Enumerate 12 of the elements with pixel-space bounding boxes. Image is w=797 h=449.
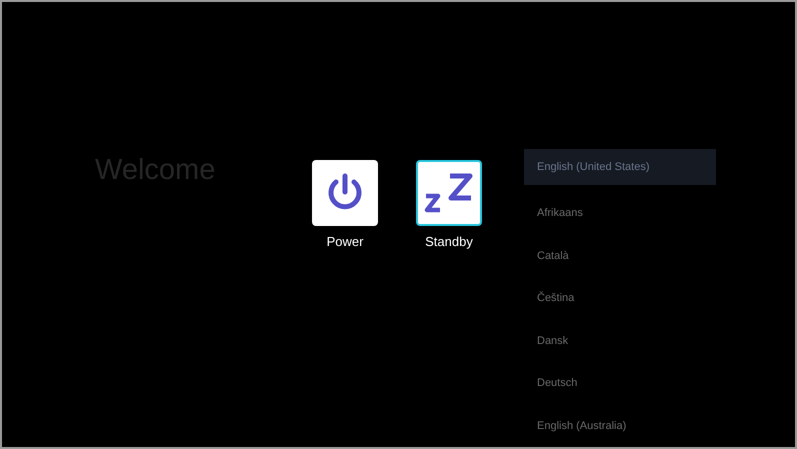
option-button[interactable]: Power [312,160,378,447]
sleep-icon [423,172,475,214]
language-item[interactable]: English (United States) [524,149,716,186]
option-label: Standby [425,234,473,249]
language-item[interactable]: English (Australia) [524,404,716,447]
language-item[interactable]: Dansk [524,320,716,362]
language-item[interactable]: Afrikaans [524,192,716,235]
language-item[interactable]: Deutsch [524,362,716,405]
language-item[interactable]: Català [524,234,716,278]
option-button[interactable]: Standby [416,160,482,447]
language-item[interactable]: Čeština [524,277,716,320]
option-label: Power [326,234,364,249]
